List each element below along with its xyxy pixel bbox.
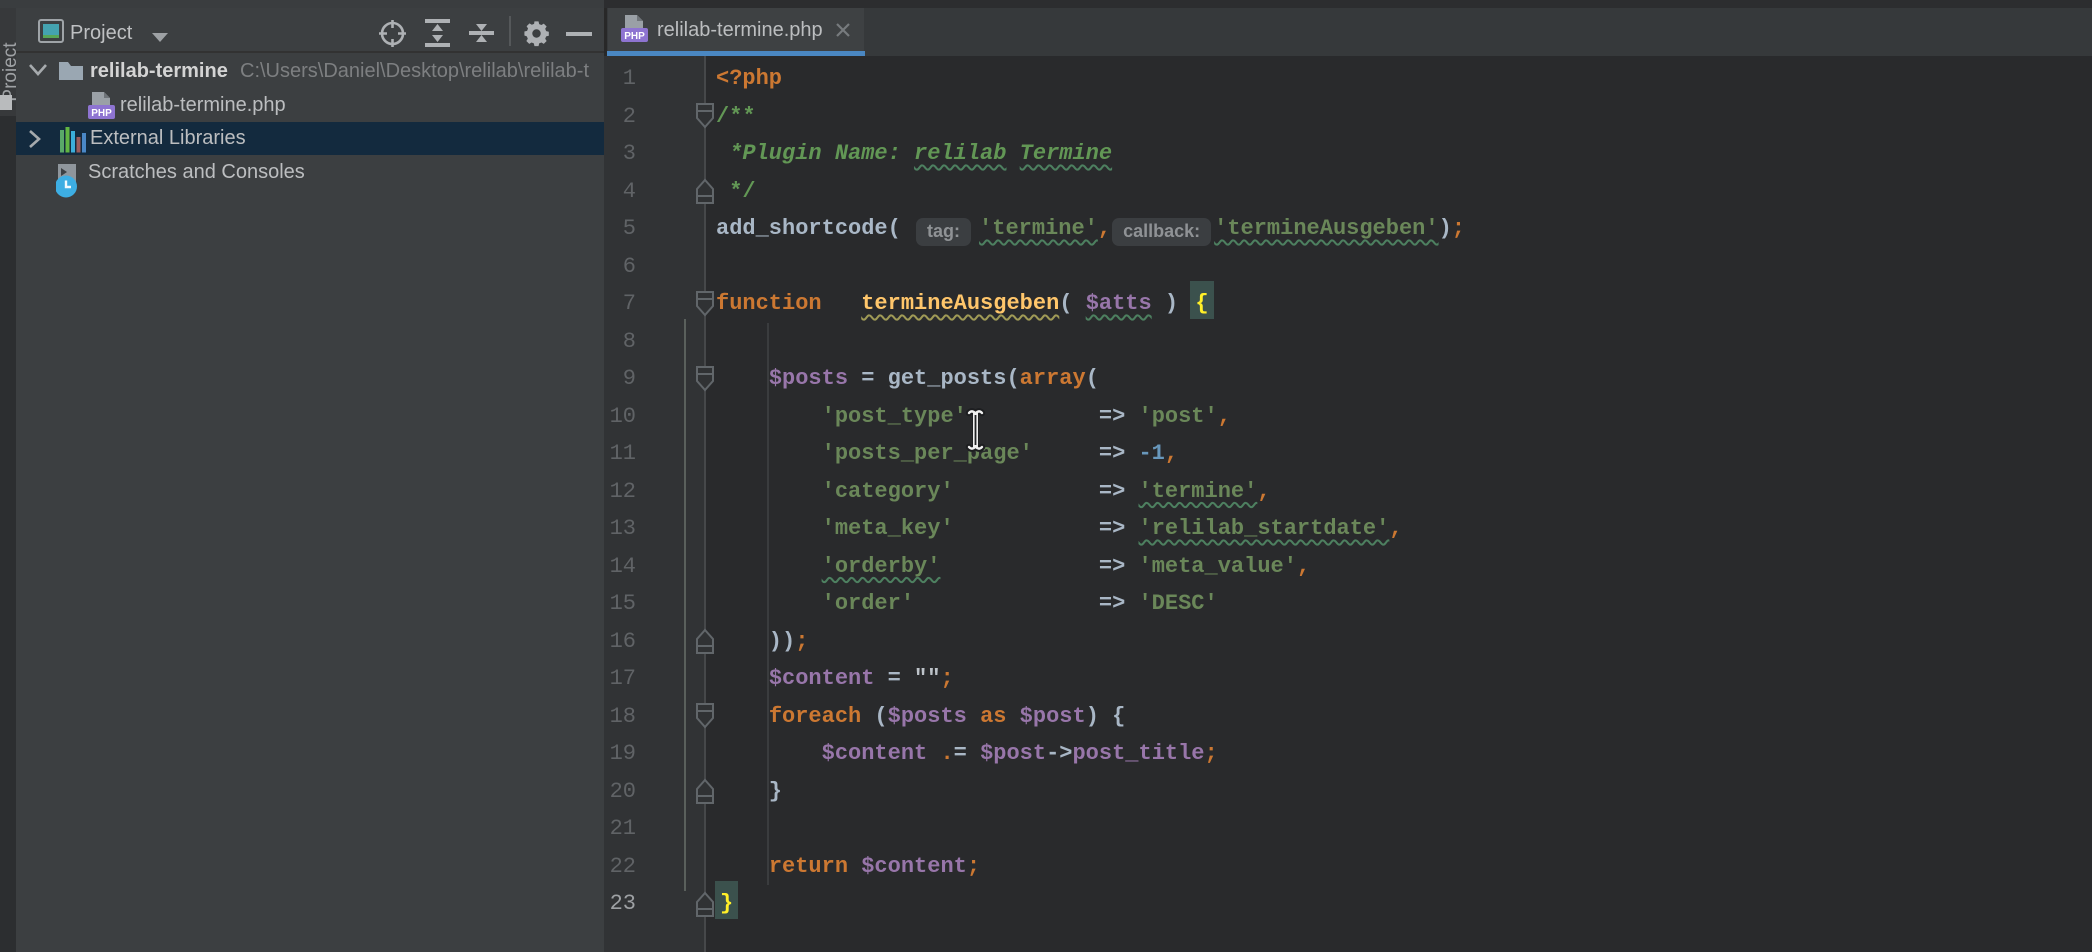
svg-text:PHP: PHP (91, 108, 112, 119)
svg-text:PHP: PHP (624, 31, 645, 42)
